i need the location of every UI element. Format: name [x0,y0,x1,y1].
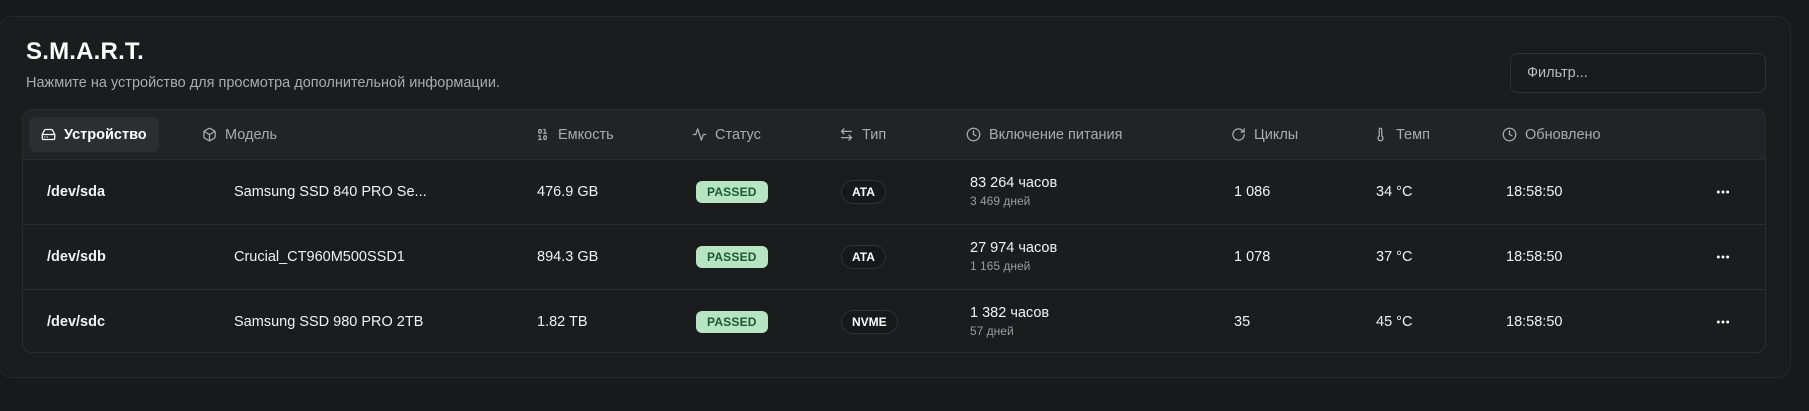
capacity-cell: 476.9 GB [537,184,599,200]
table-header: Устройство Модель Емкость Статус Тип Вкл… [23,110,1765,159]
temp-cell: 34 °C [1376,184,1413,200]
row-actions-button[interactable] [1715,160,1731,224]
model-cell: Samsung SSD 840 PRO Se... [234,184,427,200]
column-device-label: Устройство [64,126,147,143]
model-cell: Samsung SSD 980 PRO 2TB [234,314,424,330]
power-on-hours: 27 974 часов [970,240,1058,256]
filter-input[interactable] [1510,53,1766,93]
power-on-cell: 27 974 часов 1 165 дней [970,225,1057,289]
column-cycles[interactable]: Циклы [1231,110,1298,159]
column-model-label: Модель [225,126,278,143]
refresh-icon [1232,128,1245,141]
thermometer-icon [1377,127,1384,142]
power-on-days: 57 дней [970,324,1014,338]
type-cell: ATA [841,160,886,224]
activity-icon [692,128,707,141]
column-capacity-label: Емкость [558,126,614,143]
updated-cell: 18:58:50 [1506,184,1563,200]
device-cell: /dev/sdc [47,314,106,330]
status-badge: PASSED [696,311,768,333]
power-on-hours: 1 382 часов [970,305,1050,321]
clock-icon [1502,127,1517,142]
more-horizontal-icon [1716,190,1730,194]
cycles-cell: 1 086 [1234,184,1271,200]
column-status[interactable]: Статус [692,110,761,159]
page-subtitle: Нажмите на устройство для просмотра допо… [26,75,500,91]
power-on-days: 3 469 дней [970,194,1031,208]
status-cell: PASSED [696,290,768,352]
column-updated[interactable]: Обновлено [1502,110,1601,159]
cycles-cell: 35 [1234,314,1251,330]
updated-cell: 18:58:50 [1506,314,1563,330]
page-title: S.M.A.R.T. [26,38,145,65]
arrows-left-right-icon [840,128,853,141]
column-cycles-label: Циклы [1254,126,1299,143]
status-cell: PASSED [696,225,768,289]
type-cell: ATA [841,225,886,289]
smart-table: Устройство Модель Емкость Статус Тип Вкл… [22,109,1766,353]
column-temp-label: Темп [1396,126,1430,143]
column-power-on[interactable]: Включение питания [966,110,1122,159]
type-badge: ATA [841,245,886,269]
device-cell: /dev/sda [47,184,106,200]
clock-icon [966,127,981,142]
column-status-label: Статус [715,126,761,143]
status-badge: PASSED [696,246,768,268]
column-capacity[interactable]: Емкость [535,110,614,159]
device-cell: /dev/sdb [47,249,106,265]
table-row[interactable]: /dev/sda Samsung SSD 840 PRO Se... 476.9… [23,159,1765,224]
column-power-on-label: Включение питания [989,126,1123,143]
temp-cell: 45 °C [1376,314,1413,330]
more-horizontal-icon [1716,255,1730,259]
type-badge: NVME [841,310,898,334]
row-actions-button[interactable] [1715,225,1731,289]
status-badge: PASSED [696,181,768,203]
capacity-cell: 1.82 TB [537,314,588,330]
cycles-cell: 1 078 [1234,249,1271,265]
column-type-label: Тип [862,126,887,143]
model-cell: Crucial_CT960M500SSD1 [234,249,405,265]
temp-cell: 37 °C [1376,249,1413,265]
hard-drive-icon [41,128,56,141]
type-cell: NVME [841,290,898,352]
binary-icon [538,128,547,141]
more-horizontal-icon [1716,320,1730,324]
power-on-cell: 1 382 часов 57 дней [970,290,1050,352]
capacity-cell: 894.3 GB [537,249,599,265]
column-model[interactable]: Модель [202,110,277,159]
table-row[interactable]: /dev/sdc Samsung SSD 980 PRO 2TB 1.82 TB… [23,289,1765,352]
box-icon [203,127,216,142]
column-temp[interactable]: Темп [1373,110,1430,159]
type-badge: ATA [841,180,886,204]
updated-cell: 18:58:50 [1506,249,1563,265]
power-on-hours: 83 264 часов [970,175,1058,191]
power-on-cell: 83 264 часов 3 469 дней [970,160,1057,224]
row-actions-button[interactable] [1715,290,1731,352]
column-device[interactable]: Устройство [29,117,159,152]
power-on-days: 1 165 дней [970,259,1031,273]
column-updated-label: Обновлено [1525,126,1601,143]
table-row[interactable]: /dev/sdb Crucial_CT960M500SSD1 894.3 GB … [23,224,1765,289]
status-cell: PASSED [696,160,768,224]
column-type[interactable]: Тип [839,110,886,159]
